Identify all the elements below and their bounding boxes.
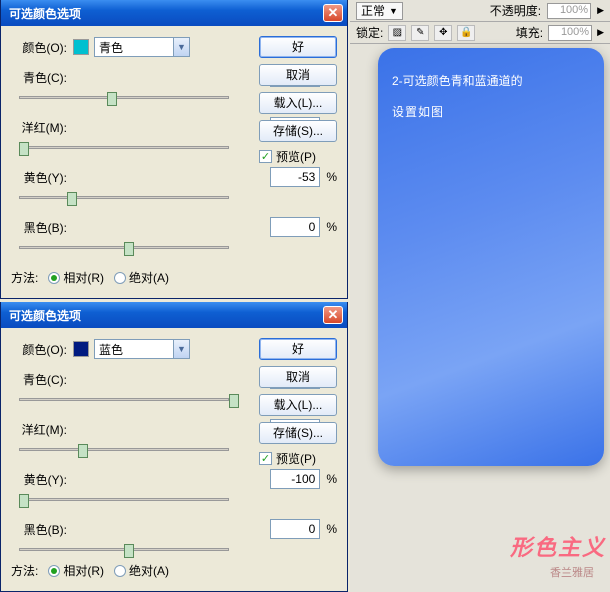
color-swatch: [73, 39, 89, 55]
magenta-slider[interactable]: [19, 142, 229, 156]
menu-arrow-icon[interactable]: ▶: [597, 27, 604, 38]
radio-absolute[interactable]: [114, 272, 126, 284]
cyan-slider[interactable]: [19, 92, 229, 106]
yellow-input[interactable]: -100: [270, 469, 320, 489]
cyan-label: 青色(C):: [11, 69, 73, 86]
black-input[interactable]: 0: [270, 217, 320, 237]
black-slider[interactable]: [19, 544, 229, 558]
menu-arrow-icon[interactable]: ▶: [597, 5, 604, 16]
color-select[interactable]: 蓝色: [94, 339, 174, 359]
method-row: 方法: 相对(R) 绝对(A): [11, 269, 169, 286]
fill-input[interactable]: 100%: [548, 25, 592, 41]
method-label: 方法:: [11, 269, 38, 286]
lock-label: 锁定:: [356, 24, 383, 41]
load-button[interactable]: 载入(L)...: [259, 394, 337, 416]
lock-move-icon[interactable]: ✥: [434, 25, 452, 41]
lock-strip: 锁定: ▨ ✎ ✥ 🔒 填充: 100% ▶: [350, 22, 610, 44]
black-label: 黑色(B):: [11, 219, 73, 236]
black-slider[interactable]: [19, 242, 229, 256]
black-input[interactable]: 0: [270, 519, 320, 539]
cancel-button[interactable]: 取消: [259, 64, 337, 86]
preview-checkbox[interactable]: ✓: [259, 452, 272, 465]
save-button[interactable]: 存储(S)...: [259, 120, 337, 142]
save-button[interactable]: 存储(S)...: [259, 422, 337, 444]
watermark: 形色主义: [510, 530, 606, 562]
fill-label: 填充:: [516, 24, 543, 41]
lock-all-icon[interactable]: 🔒: [457, 25, 475, 41]
magenta-label: 洋红(M):: [11, 421, 73, 438]
selective-color-dialog-blue: 可选颜色选项 ✕ 颜色(O): 蓝色 ▼ 青色(C): +100 % 洋红(M)…: [0, 302, 348, 592]
yellow-slider[interactable]: [19, 192, 229, 206]
relative-label: 相对(R): [63, 562, 104, 579]
cyan-label: 青色(C):: [11, 371, 73, 388]
absolute-label: 绝对(A): [129, 562, 169, 579]
color-label: 颜色(O):: [11, 341, 73, 358]
tooltip-line2: 设置如图: [392, 97, 590, 128]
dialog-title: 可选颜色选项: [9, 307, 81, 324]
yellow-label: 黄色(Y):: [11, 169, 73, 186]
chevron-down-icon[interactable]: ▼: [174, 339, 190, 359]
yellow-label: 黄色(Y):: [11, 471, 73, 488]
dialog-title: 可选颜色选项: [9, 5, 81, 22]
close-icon[interactable]: ✕: [323, 306, 343, 324]
opacity-label: 不透明度:: [490, 2, 541, 19]
color-select[interactable]: 青色: [94, 37, 174, 57]
black-label: 黑色(B):: [11, 521, 73, 538]
cancel-button[interactable]: 取消: [259, 366, 337, 388]
ok-button[interactable]: 好: [259, 36, 337, 58]
radio-absolute[interactable]: [114, 565, 126, 577]
titlebar[interactable]: 可选颜色选项 ✕: [1, 0, 347, 26]
opacity-input[interactable]: 100%: [547, 3, 591, 19]
preview-label: 预览(P): [276, 450, 316, 467]
absolute-label: 绝对(A): [129, 269, 169, 286]
method-row: 方法: 相对(R) 绝对(A): [11, 562, 169, 579]
chevron-down-icon: ▼: [389, 6, 398, 16]
titlebar[interactable]: 可选颜色选项 ✕: [1, 302, 347, 328]
watermark-sub: 香兰雅居: [550, 564, 594, 580]
tooltip-line1: 2-可选颜色青和蓝通道的: [392, 66, 590, 97]
cyan-slider[interactable]: [19, 394, 229, 408]
chevron-down-icon[interactable]: ▼: [174, 37, 190, 57]
color-swatch: [73, 341, 89, 357]
lock-transparent-icon[interactable]: ▨: [388, 25, 406, 41]
preview-label: 预览(P): [276, 148, 316, 165]
method-label: 方法:: [11, 562, 38, 579]
close-icon[interactable]: ✕: [323, 4, 343, 22]
color-label: 颜色(O):: [11, 39, 73, 56]
radio-relative[interactable]: [48, 565, 60, 577]
ok-button[interactable]: 好: [259, 338, 337, 360]
blend-mode-select[interactable]: 正常▼: [356, 2, 403, 20]
radio-relative[interactable]: [48, 272, 60, 284]
lock-paint-icon[interactable]: ✎: [411, 25, 429, 41]
yellow-slider[interactable]: [19, 494, 229, 508]
preview-checkbox[interactable]: ✓: [259, 150, 272, 163]
selective-color-dialog-cyan: 可选颜色选项 ✕ 颜色(O): 青色 ▼ 青色(C): -18 % 洋红(M):…: [0, 0, 348, 299]
relative-label: 相对(R): [63, 269, 104, 286]
blend-opacity-strip: 正常▼ 不透明度: 100% ▶: [350, 0, 610, 22]
annotation-tooltip: 2-可选颜色青和蓝通道的 设置如图: [378, 48, 604, 466]
magenta-label: 洋红(M):: [11, 119, 73, 136]
yellow-input[interactable]: -53: [270, 167, 320, 187]
load-button[interactable]: 载入(L)...: [259, 92, 337, 114]
magenta-slider[interactable]: [19, 444, 229, 458]
